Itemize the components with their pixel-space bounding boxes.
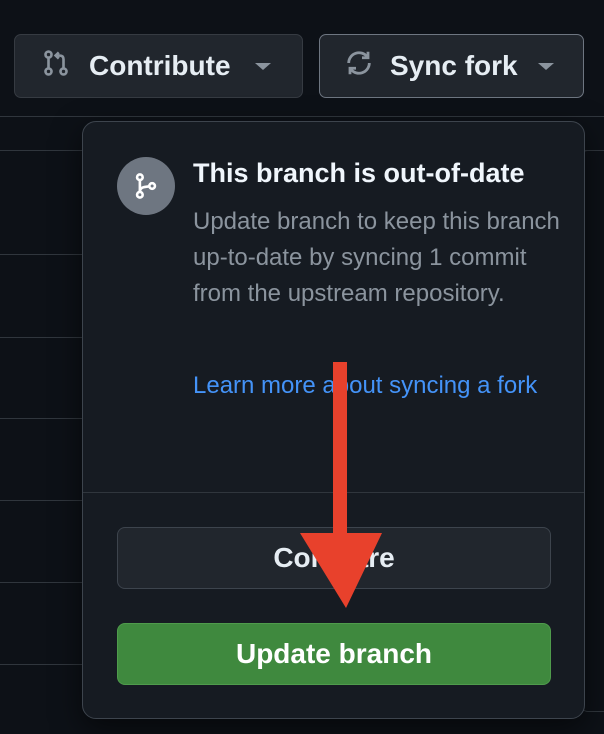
git-pull-request-icon xyxy=(41,48,71,85)
sync-fork-button[interactable]: Sync fork xyxy=(319,34,584,98)
update-branch-button[interactable]: Update branch xyxy=(117,623,551,685)
sync-fork-popover: This branch is out-of-date Update branch… xyxy=(82,121,585,719)
git-branch-icon xyxy=(117,157,175,215)
triangle-down-icon xyxy=(537,62,554,70)
contribute-button[interactable]: Contribute xyxy=(14,34,303,98)
triangle-down-icon xyxy=(254,62,271,70)
compare-button[interactable]: Compare xyxy=(117,527,551,589)
sync-icon xyxy=(344,48,374,85)
popover-title: This branch is out-of-date xyxy=(193,158,525,188)
popover-divider xyxy=(83,492,584,493)
sync-fork-label: Sync fork xyxy=(390,50,518,81)
contribute-label: Contribute xyxy=(89,50,231,81)
popover-description: Update branch to keep this branch up-to-… xyxy=(193,208,560,307)
learn-more-link[interactable]: Learn more about syncing a fork xyxy=(193,368,565,404)
